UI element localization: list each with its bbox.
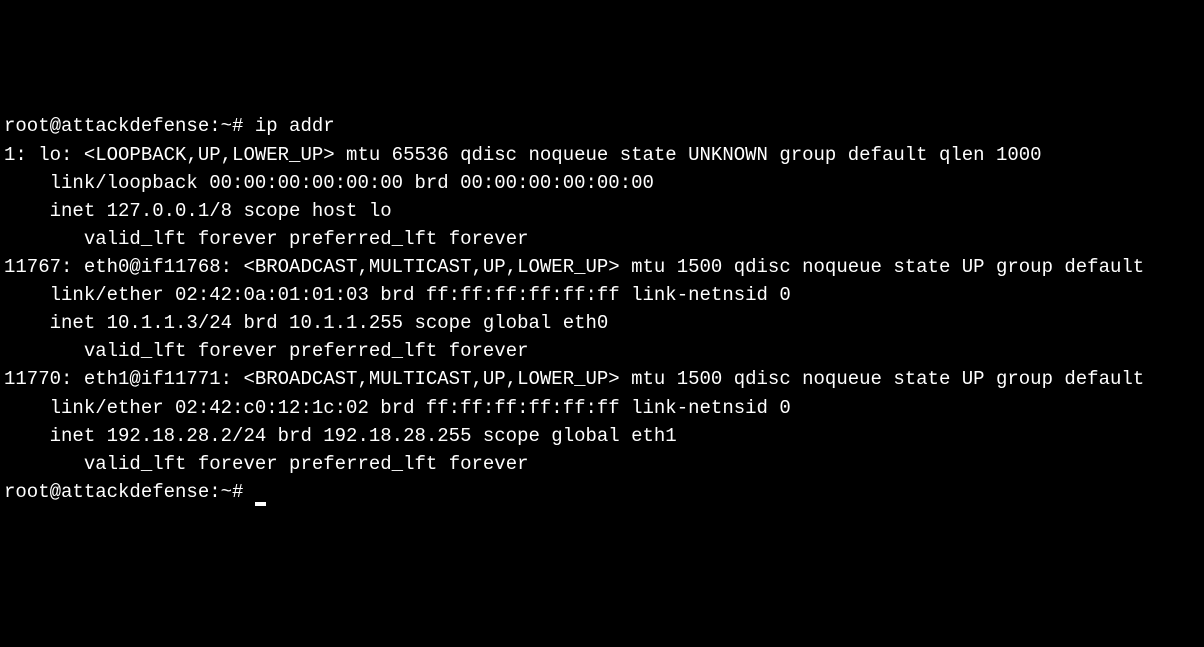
output-line: link/loopback 00:00:00:00:00:00 brd 00:0…	[4, 169, 1200, 197]
output-line: valid_lft forever preferred_lft forever	[4, 450, 1200, 478]
command-line: root@attackdefense:~# ip addr	[4, 112, 1200, 140]
terminal-output[interactable]: root@attackdefense:~# ip addr1: lo: <LOO…	[4, 112, 1200, 506]
output-line: inet 192.18.28.2/24 brd 192.18.28.255 sc…	[4, 422, 1200, 450]
command-line: root@attackdefense:~#	[4, 478, 1200, 506]
output-line: 11767: eth0@if11768: <BROADCAST,MULTICAS…	[4, 253, 1200, 281]
shell-prompt: root@attackdefense:~#	[4, 481, 255, 503]
output-line: link/ether 02:42:0a:01:01:03 brd ff:ff:f…	[4, 281, 1200, 309]
shell-prompt: root@attackdefense:~#	[4, 115, 255, 137]
output-line: valid_lft forever preferred_lft forever	[4, 225, 1200, 253]
output-line: link/ether 02:42:c0:12:1c:02 brd ff:ff:f…	[4, 394, 1200, 422]
typed-command: ip addr	[255, 115, 335, 137]
output-line: inet 10.1.1.3/24 brd 10.1.1.255 scope gl…	[4, 309, 1200, 337]
output-line: 11770: eth1@if11771: <BROADCAST,MULTICAS…	[4, 365, 1200, 393]
cursor-icon	[255, 502, 266, 506]
output-line: valid_lft forever preferred_lft forever	[4, 337, 1200, 365]
output-line: inet 127.0.0.1/8 scope host lo	[4, 197, 1200, 225]
output-line: 1: lo: <LOOPBACK,UP,LOWER_UP> mtu 65536 …	[4, 141, 1200, 169]
